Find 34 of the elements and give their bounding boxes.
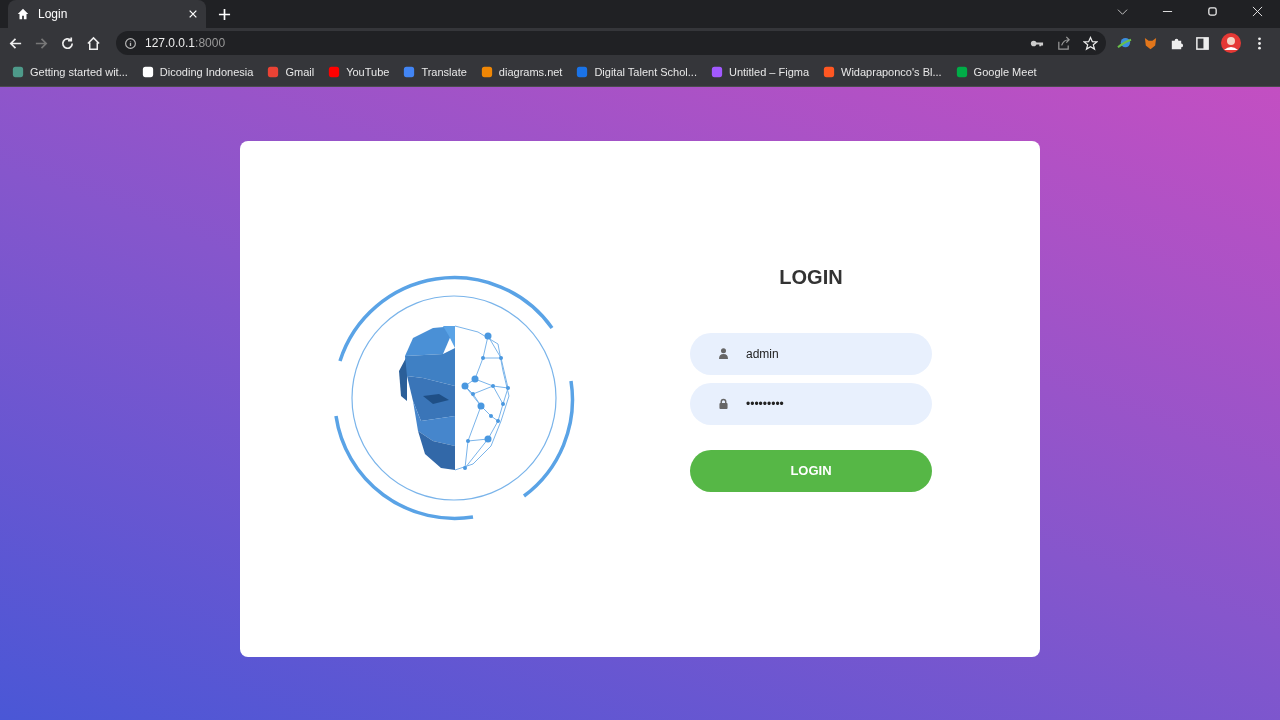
- home-icon[interactable]: [86, 35, 101, 51]
- bookmark-link[interactable]: YouTube: [328, 66, 390, 78]
- bookmark-link[interactable]: Untitled – Figma: [710, 66, 810, 78]
- bookmark-link[interactable]: diagrams.net: [480, 66, 563, 78]
- lock-icon: [719, 398, 728, 409]
- browser-tab[interactable]: Login: [8, 0, 206, 28]
- url-text: 127.0.0.1:8000: [145, 36, 226, 50]
- chevron-down-icon[interactable]: [1117, 6, 1128, 17]
- bookmark-link[interactable]: Digital Talent Schol...: [576, 66, 697, 78]
- password-field[interactable]: •••••••••: [690, 382, 932, 425]
- bookmark-link[interactable]: Google Meet: [955, 66, 1037, 78]
- fox-icon[interactable]: [1143, 35, 1158, 51]
- share-icon[interactable]: [1056, 35, 1071, 51]
- bookmark-link[interactable]: Getting started wit...: [12, 66, 128, 78]
- close-window-icon[interactable]: [1252, 6, 1263, 17]
- login-heading: LOGIN: [778, 265, 844, 289]
- bookmark-link[interactable]: Dicoding Indonesia: [141, 66, 254, 78]
- bookmark-link[interactable]: Translate: [403, 66, 467, 78]
- avatar-icon[interactable]: [1221, 33, 1241, 53]
- close-icon[interactable]: [188, 9, 198, 19]
- home-icon: [16, 7, 30, 21]
- side-panel-icon[interactable]: [1195, 35, 1210, 51]
- address-bar[interactable]: 127.0.0.1:8000: [116, 31, 1106, 55]
- maximize-icon[interactable]: [1207, 6, 1218, 17]
- info-icon: [124, 36, 137, 50]
- user-icon: [719, 348, 728, 359]
- bookmark-link[interactable]: Gmail: [267, 66, 315, 78]
- globe-icon[interactable]: [1117, 35, 1132, 51]
- reload-icon[interactable]: [60, 35, 75, 51]
- new-tab-icon[interactable]: [218, 8, 231, 21]
- bookmark-link[interactable]: Widapraponco's Bl...: [823, 66, 942, 78]
- star-icon[interactable]: [1083, 35, 1098, 51]
- tab-title: Login: [38, 7, 69, 21]
- username-field[interactable]: admin: [690, 332, 932, 375]
